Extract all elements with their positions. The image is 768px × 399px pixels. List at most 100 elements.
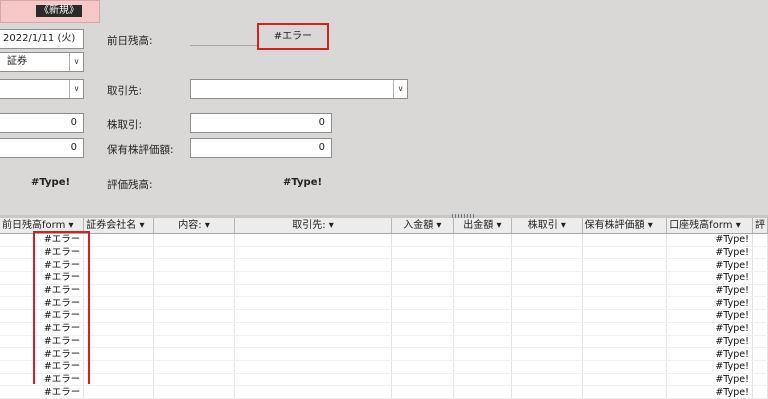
table-cell-withdraw[interactable] — [453, 284, 513, 298]
table-cell-balance[interactable]: #Type! — [666, 322, 753, 336]
table-cell-truncated[interactable] — [752, 233, 768, 247]
table-cell-eval[interactable] — [582, 284, 668, 298]
chevron-down-icon[interactable]: ∨ — [393, 80, 407, 98]
table-cell-eval[interactable] — [582, 258, 668, 273]
table-cell-prev[interactable]: #エラー — [0, 385, 85, 399]
table-cell-company[interactable] — [83, 246, 155, 260]
stock-trade-field[interactable]: 0 — [190, 113, 332, 133]
table-cell-content[interactable] — [153, 322, 235, 336]
table-cell-eval[interactable] — [582, 271, 668, 285]
table-cell-deposit[interactable] — [391, 258, 454, 273]
table-cell-deposit[interactable] — [391, 284, 454, 298]
table-cell-company[interactable] — [83, 309, 155, 323]
sort-arrow-icon[interactable]: ▾ — [648, 220, 653, 231]
table-cell-withdraw[interactable] — [453, 233, 513, 247]
table-row[interactable]: #エラー #Type! — [0, 347, 768, 361]
sort-arrow-icon[interactable]: ▾ — [561, 220, 566, 231]
table-cell-company[interactable] — [83, 284, 155, 298]
table-cell-deposit[interactable] — [391, 360, 454, 374]
table-cell-content[interactable] — [153, 347, 235, 361]
table-cell-balance[interactable]: #Type! — [666, 360, 753, 374]
table-cell-client[interactable] — [234, 284, 393, 298]
col-withdrawal[interactable]: 出金額 ▾ — [453, 218, 513, 234]
table-cell-deposit[interactable] — [391, 347, 454, 361]
table-row[interactable]: #エラー #Type! — [0, 246, 768, 260]
table-cell-withdraw[interactable] — [453, 322, 513, 336]
table-cell-eval[interactable] — [582, 385, 668, 399]
table-cell-company[interactable] — [83, 233, 155, 247]
table-cell-client[interactable] — [234, 309, 393, 323]
table-cell-content[interactable] — [153, 246, 235, 260]
table-cell-truncated[interactable] — [752, 322, 768, 336]
table-row[interactable]: #エラー #Type! — [0, 335, 768, 349]
col-account-balance[interactable]: 口座残高form ▾ — [666, 218, 753, 234]
table-cell-client[interactable] — [234, 360, 393, 374]
table-cell-client[interactable] — [234, 296, 393, 311]
table-cell-content[interactable] — [153, 284, 235, 298]
sort-arrow-icon[interactable]: ▾ — [69, 220, 74, 231]
table-row[interactable]: #エラー #Type! — [0, 258, 768, 273]
table-cell-balance[interactable]: #Type! — [666, 233, 753, 247]
table-cell-client[interactable] — [234, 246, 393, 260]
table-cell-company[interactable] — [83, 360, 155, 374]
chevron-down-icon[interactable]: ∨ — [69, 53, 83, 71]
table-cell-company[interactable] — [83, 258, 155, 273]
table-cell-company[interactable] — [83, 335, 155, 349]
table-cell-eval[interactable] — [582, 309, 668, 323]
table-cell-company[interactable] — [83, 385, 155, 399]
new-record-button[interactable]: 《新規》 — [0, 0, 100, 23]
col-company[interactable]: 証券会社名 ▾ — [83, 218, 155, 234]
table-cell-eval[interactable] — [582, 360, 668, 374]
col-content[interactable]: 内容: ▾ — [153, 218, 235, 234]
table-cell-stock[interactable] — [511, 385, 583, 399]
table-cell-withdraw[interactable] — [453, 385, 513, 399]
table-cell-client[interactable] — [234, 258, 393, 273]
table-cell-company[interactable] — [83, 322, 155, 336]
table-cell-deposit[interactable] — [391, 271, 454, 285]
table-cell-company[interactable] — [83, 347, 155, 361]
table-cell-balance[interactable]: #Type! — [666, 271, 753, 285]
table-cell-balance[interactable]: #Type! — [666, 309, 753, 323]
securities-company-select[interactable]: 証券 ∨ — [0, 52, 84, 72]
table-row[interactable]: #エラー #Type! — [0, 385, 768, 399]
table-cell-withdraw[interactable] — [453, 335, 513, 349]
table-cell-content[interactable] — [153, 233, 235, 247]
table-cell-balance[interactable]: #Type! — [666, 258, 753, 273]
table-cell-client[interactable] — [234, 233, 393, 247]
sort-arrow-icon[interactable]: ▾ — [436, 220, 441, 231]
table-cell-truncated[interactable] — [752, 284, 768, 298]
table-cell-truncated[interactable] — [752, 271, 768, 285]
table-cell-truncated[interactable] — [752, 296, 768, 311]
table-cell-stock[interactable] — [511, 309, 583, 323]
table-row[interactable]: #エラー #Type! — [0, 296, 768, 311]
col-eval-truncated[interactable]: 評 — [752, 218, 768, 234]
table-cell-stock[interactable] — [511, 284, 583, 298]
table-cell-content[interactable] — [153, 335, 235, 349]
deposit-field[interactable]: 0 — [0, 113, 84, 133]
table-cell-client[interactable] — [234, 335, 393, 349]
table-cell-balance[interactable]: #Type! — [666, 284, 753, 298]
table-cell-client[interactable] — [234, 385, 393, 399]
table-cell-withdraw[interactable] — [453, 258, 513, 273]
table-row[interactable]: #エラー #Type! — [0, 271, 768, 285]
table-cell-content[interactable] — [153, 309, 235, 323]
table-row[interactable]: #エラー #Type! — [0, 322, 768, 336]
table-cell-deposit[interactable] — [391, 322, 454, 336]
table-cell-deposit[interactable] — [391, 296, 454, 311]
table-cell-eval[interactable] — [582, 335, 668, 349]
table-cell-withdraw[interactable] — [453, 271, 513, 285]
table-cell-content[interactable] — [153, 258, 235, 273]
table-cell-stock[interactable] — [511, 296, 583, 311]
sort-arrow-icon[interactable]: ▾ — [139, 220, 144, 231]
table-row[interactable]: #エラー #Type! — [0, 360, 768, 374]
table-cell-eval[interactable] — [582, 296, 668, 311]
table-cell-truncated[interactable] — [752, 309, 768, 323]
table-cell-client[interactable] — [234, 347, 393, 361]
table-cell-truncated[interactable] — [752, 335, 768, 349]
table-cell-stock[interactable] — [511, 360, 583, 374]
table-cell-deposit[interactable] — [391, 246, 454, 260]
client-select[interactable]: ∨ — [190, 79, 408, 99]
table-cell-truncated[interactable] — [752, 347, 768, 361]
withdrawal-field[interactable]: 0 — [0, 138, 84, 158]
table-cell-deposit[interactable] — [391, 233, 454, 247]
